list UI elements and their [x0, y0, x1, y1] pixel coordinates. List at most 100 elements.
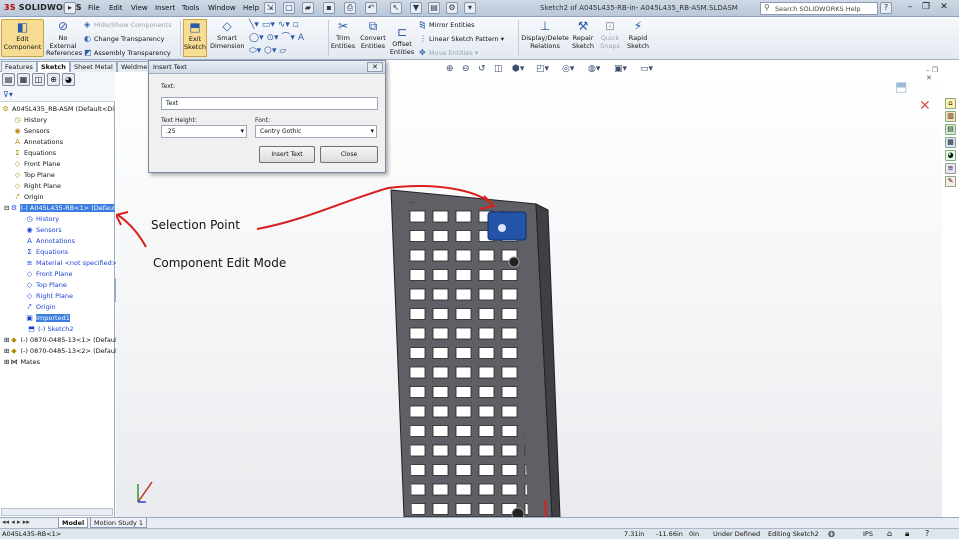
- mirror-entities-button[interactable]: ⧎ Mirror Entities: [419, 20, 475, 29]
- tree-part-2[interactable]: ⊞ ◆ (-) 0870-0485-13<2> (Defaul: [1, 346, 117, 357]
- feature-tree-icon[interactable]: ▤: [2, 73, 15, 86]
- filter-icon[interactable]: ⊽▾: [3, 90, 13, 99]
- design-library-icon[interactable]: ▥: [945, 111, 956, 122]
- rebuild-icon[interactable]: ▼: [410, 2, 422, 14]
- restore-icon[interactable]: ❐: [919, 1, 933, 14]
- view-settings-icon[interactable]: ▭▾: [640, 64, 653, 74]
- tree-item-top-plane[interactable]: ◇ Top Plane: [1, 170, 114, 181]
- display-delete-relations-button[interactable]: ⊥ Display/Delete Relations: [520, 19, 570, 57]
- save-icon[interactable]: ▪: [323, 2, 335, 14]
- tree-item-annotations[interactable]: A Annotations: [1, 137, 114, 148]
- circle-icon[interactable]: ◯▾: [249, 33, 264, 43]
- help-icon[interactable]: ?: [880, 2, 892, 14]
- tree-part-1[interactable]: ⊞ ◆ (-) 0870-0485-13<1> (Defaul: [1, 335, 117, 346]
- lock-icon[interactable]: 🔒︎: [905, 529, 909, 539]
- tree-item-origin[interactable]: ⤤ Origin: [1, 302, 114, 313]
- rectangle-icon[interactable]: ▭▾: [262, 20, 275, 30]
- offset-entities-button[interactable]: ⊏ Offset Entities: [389, 25, 415, 63]
- tree-item-top-plane[interactable]: ◇ Top Plane: [1, 280, 114, 291]
- dialog-close-icon[interactable]: ✕: [367, 62, 383, 72]
- minimize-icon[interactable]: –: [903, 1, 917, 14]
- no-external-references-button[interactable]: ⊘ No External References: [46, 19, 82, 57]
- text-height-select[interactable]: .25: [161, 125, 247, 138]
- tree-item-imported1[interactable]: ▣ Imported1: [1, 313, 114, 324]
- text-input[interactable]: Text: [161, 97, 378, 110]
- undo-icon[interactable]: ↶: [365, 2, 377, 14]
- rapid-sketch-button[interactable]: ⚡ Rapid Sketch: [625, 19, 651, 57]
- point-icon[interactable]: ▫: [293, 20, 299, 30]
- open-folder-icon[interactable]: ▰: [302, 2, 314, 14]
- tree-component[interactable]: ⊟⚙ (-) A045L435-RB<1> (Defaul: [1, 203, 115, 214]
- repair-sketch-button[interactable]: ⚒ Repair Sketch: [571, 19, 595, 57]
- insert-text-button[interactable]: Insert Text: [259, 146, 315, 163]
- custom-properties-icon[interactable]: ≡: [945, 163, 956, 174]
- file-properties-icon[interactable]: ▤: [428, 2, 440, 14]
- options-gear-icon[interactable]: ⚙: [446, 2, 458, 14]
- edit-component-button[interactable]: ◧ Edit Component: [1, 19, 44, 57]
- tree-item-material-not-specified[interactable]: ≡ Material <not specified>: [1, 258, 118, 269]
- menu-window[interactable]: Window: [208, 4, 236, 12]
- sketch-relations-icon[interactable]: ⌂: [887, 529, 892, 539]
- tab-motion-study-1[interactable]: Motion Study 1: [90, 518, 148, 528]
- menu-file[interactable]: File: [88, 4, 100, 12]
- linear-sketch-pattern-button[interactable]: ⋮ Linear Sketch Pattern ▾: [419, 34, 504, 43]
- arrow-right-icon[interactable]: ▸: [64, 2, 76, 14]
- property-manager-icon[interactable]: ▦: [17, 73, 30, 86]
- tab-sheet-metal[interactable]: Sheet Metal: [70, 61, 117, 72]
- forum-icon[interactable]: ✎: [945, 176, 956, 187]
- tree-mates[interactable]: ⊞⋈ Mates: [1, 357, 114, 368]
- tab-features[interactable]: Features: [1, 61, 37, 72]
- resources-icon[interactable]: ⌂: [945, 98, 956, 109]
- tab-model[interactable]: Model: [58, 518, 89, 528]
- close-window-icon[interactable]: ✕: [937, 1, 951, 14]
- menu-view[interactable]: View: [131, 4, 148, 12]
- menu-insert[interactable]: Insert: [155, 4, 175, 12]
- plane-icon[interactable]: ▱: [279, 46, 286, 56]
- tree-item-right-plane[interactable]: ◇ Right Plane: [1, 291, 114, 302]
- convert-entities-button[interactable]: ⧉ Convert Entities: [358, 19, 388, 57]
- menu-tools[interactable]: Tools: [182, 4, 199, 12]
- apply-scene-icon[interactable]: ▣▾: [614, 64, 627, 74]
- appearances-icon[interactable]: ◕: [945, 150, 956, 161]
- tree-item-annotations[interactable]: A Annotations: [1, 236, 114, 247]
- chevron-down-icon[interactable]: ▾: [464, 2, 476, 14]
- assembly-transparency-button[interactable]: ◩ Assembly Transparency: [84, 48, 171, 57]
- view-palette-icon[interactable]: ▦: [945, 137, 956, 148]
- tree-item-sensors[interactable]: ◉ Sensors: [1, 225, 114, 236]
- fillet-icon[interactable]: ⌒▾: [281, 33, 295, 43]
- confirm-sketch-icon[interactable]: ⬒: [895, 80, 907, 95]
- change-transparency-button[interactable]: ◐ Change Transparency: [84, 34, 164, 43]
- display-style-icon[interactable]: ◰▾: [536, 64, 549, 74]
- rebuild-status-icon[interactable]: ◍: [828, 529, 835, 539]
- menu-help[interactable]: Help: [243, 4, 259, 12]
- hide-show-components-button[interactable]: ◈ Hide/Show Components: [84, 20, 172, 29]
- tree-item-front-plane[interactable]: ◇ Front Plane: [1, 269, 114, 280]
- spline-icon[interactable]: ∿▾: [278, 20, 290, 30]
- pin-icon[interactable]: ⇲: [264, 2, 276, 14]
- line-icon[interactable]: ╲▾: [249, 20, 259, 30]
- tree-item-front-plane[interactable]: ◇ Front Plane: [1, 159, 114, 170]
- polygon-icon[interactable]: ⬡▾: [264, 46, 276, 56]
- font-select[interactable]: Centry Gothic: [255, 125, 377, 138]
- tree-item-origin[interactable]: ⤤ Origin: [1, 192, 114, 203]
- trim-entities-button[interactable]: ✂ Trim Entities: [330, 19, 356, 57]
- tab-weldments[interactable]: Weldme: [117, 61, 152, 72]
- quick-snaps-button[interactable]: ⊡ Quick Snaps: [598, 19, 622, 57]
- new-document-icon[interactable]: □: [283, 2, 295, 14]
- view-orientation-icon[interactable]: ⬢▾: [512, 64, 524, 74]
- smart-dimension-button[interactable]: ◇ Smart Dimension: [210, 19, 245, 57]
- section-view-icon[interactable]: ◫: [494, 64, 503, 74]
- print-icon[interactable]: ⎙: [344, 2, 356, 14]
- viewport-window-controls[interactable]: – ❐ ✕: [926, 66, 942, 82]
- text-icon[interactable]: A: [298, 33, 304, 43]
- dimxpert-icon[interactable]: ⊕: [47, 73, 60, 86]
- search-input[interactable]: Search SOLIDWORKS Help: [760, 2, 878, 15]
- tree-item-history[interactable]: ◷ History: [1, 214, 114, 225]
- menu-edit[interactable]: Edit: [109, 4, 123, 12]
- select-arrow-icon[interactable]: ↖: [390, 2, 402, 14]
- edit-appearance-icon[interactable]: ◍▾: [588, 64, 600, 74]
- tab-navigation-arrows[interactable]: ◂◂ ◂ ▸ ▸▸: [2, 518, 30, 526]
- tree-item-equations[interactable]: Σ Equations: [1, 247, 114, 258]
- help-status-icon[interactable]: ?: [925, 529, 929, 539]
- status-units[interactable]: IPS: [863, 529, 873, 539]
